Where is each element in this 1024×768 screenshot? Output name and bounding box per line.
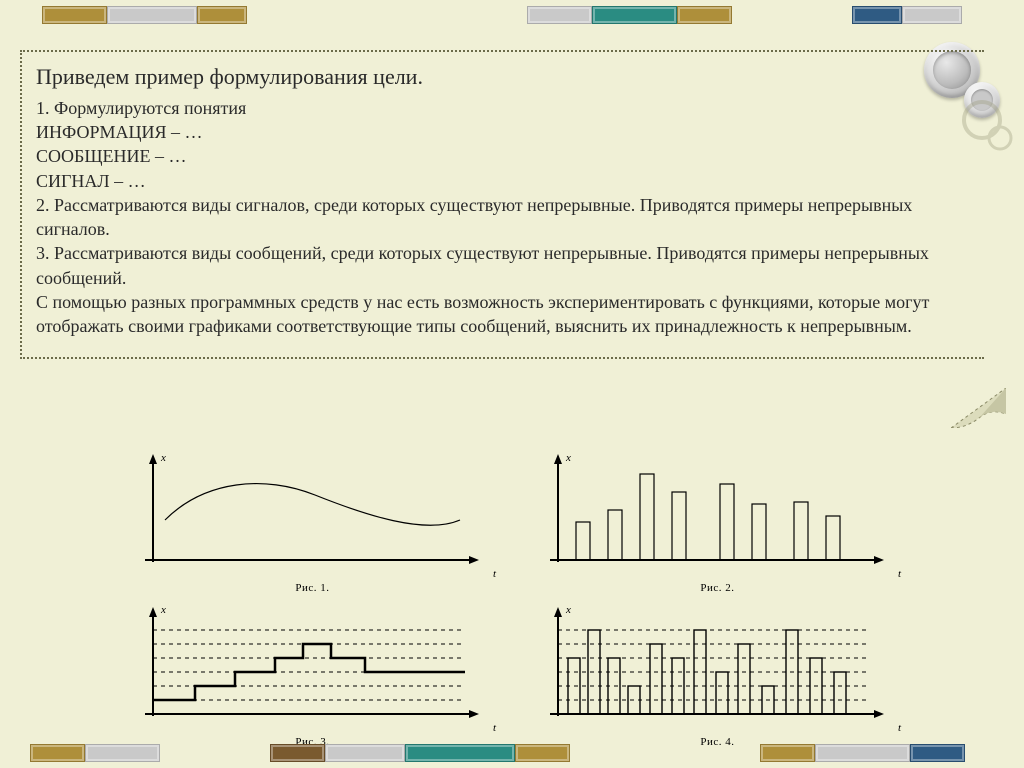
- line-2: ИНФОРМАЦИЯ – …: [36, 120, 970, 144]
- chart-fig3: x t Рис. 3.: [125, 604, 500, 744]
- axis-t-label: t: [493, 722, 496, 734]
- charts-grid: x t Рис. 1. x t Рис. 2.: [125, 450, 905, 744]
- bottom-decor-bar: [0, 738, 1024, 768]
- line-5: 2. Рассматриваются виды сигналов, среди …: [36, 193, 970, 242]
- axis-t-label: t: [898, 568, 901, 580]
- axis-x-label: x: [161, 452, 166, 464]
- chart-fig1: x t Рис. 1.: [125, 450, 500, 590]
- caption-fig1: Рис. 1.: [125, 582, 500, 594]
- axis-x-label: x: [161, 604, 166, 616]
- top-decor-bar: [0, 0, 1024, 30]
- axis-x-label: x: [566, 604, 571, 616]
- line-6: 3. Рассматриваются виды сообщений, среди…: [36, 241, 970, 290]
- title-line: Приведем пример формулирования цели.: [36, 62, 970, 92]
- page-curl-icon: [951, 388, 1006, 428]
- axis-t-label: t: [898, 722, 901, 734]
- chart-fig4: x t Рис. 4.: [530, 604, 905, 744]
- line-4: СИГНАЛ – …: [36, 169, 970, 193]
- caption-fig2: Рис. 2.: [530, 582, 905, 594]
- line-3: СООБЩЕНИЕ – …: [36, 144, 970, 168]
- line-7: С помощью разных программных средств у н…: [36, 290, 970, 339]
- chart-fig2: x t Рис. 2.: [530, 450, 905, 590]
- content-text-box: Приведем пример формулирования цели. 1. …: [20, 50, 984, 359]
- line-1: 1. Формулируются понятия: [36, 96, 970, 120]
- axis-x-label: x: [566, 452, 571, 464]
- axis-t-label: t: [493, 568, 496, 580]
